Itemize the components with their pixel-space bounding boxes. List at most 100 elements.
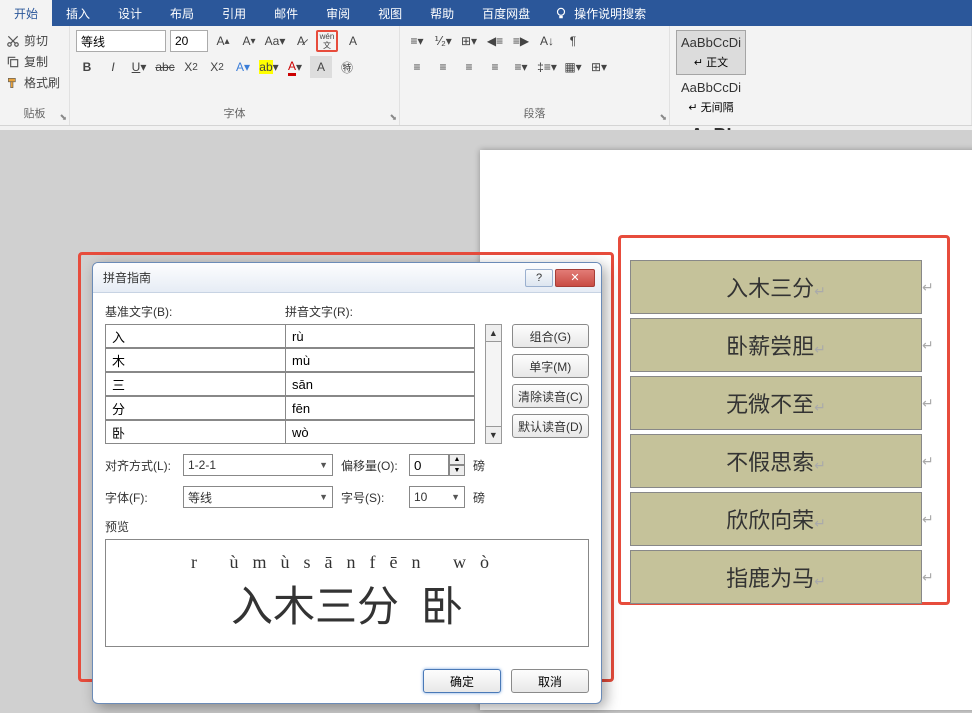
- grow-font-button[interactable]: A▴: [212, 30, 234, 52]
- align-left-button[interactable]: ≡: [406, 56, 428, 78]
- justify-button[interactable]: ≡: [484, 56, 506, 78]
- tell-me-search[interactable]: 操作说明搜索: [544, 5, 656, 22]
- sort-button[interactable]: A↓: [536, 30, 558, 52]
- table-row[interactable]: 欣欣向荣↵: [630, 492, 922, 546]
- tab-review[interactable]: 审阅: [312, 0, 364, 26]
- shading-button[interactable]: ▦▾: [562, 56, 584, 78]
- character-shading-button[interactable]: A: [310, 56, 332, 78]
- superscript-button[interactable]: X2: [206, 56, 228, 78]
- spin-up-icon[interactable]: ▲: [449, 454, 465, 465]
- format-painter-button[interactable]: 格式刷: [6, 72, 63, 93]
- base-field[interactable]: [105, 348, 285, 372]
- show-marks-button[interactable]: ¶: [562, 30, 584, 52]
- paragraph-group: ≡▾ ⅟₂▾ ⊞▾ ◀≡ ≡▶ A↓ ¶ ≡ ≡ ≡ ≡ ≡▾ ‡≡▾ ▦▾ ⊞…: [400, 26, 670, 125]
- borders-button[interactable]: ⊞▾: [588, 56, 610, 78]
- cut-button[interactable]: 剪切: [6, 30, 63, 51]
- table-row[interactable]: 入木三分↵: [630, 260, 922, 314]
- size-unit: 磅: [473, 489, 485, 506]
- base-text-label: 基准文字(B):: [105, 303, 285, 320]
- ruby-field[interactable]: [285, 420, 475, 444]
- tab-home[interactable]: 开始: [0, 0, 52, 26]
- dialog-titlebar[interactable]: 拼音指南 ? ✕: [93, 263, 601, 293]
- bullets-button[interactable]: ≡▾: [406, 30, 428, 52]
- tab-design[interactable]: 设计: [104, 0, 156, 26]
- font-color-button[interactable]: A▾: [284, 56, 306, 78]
- paragraph-launcher-icon[interactable]: ⬊: [659, 112, 667, 123]
- change-case-button[interactable]: Aa▾: [264, 30, 286, 52]
- combine-button[interactable]: 组合(G): [512, 324, 589, 348]
- default-reading-button[interactable]: 默认读音(D): [512, 414, 589, 438]
- base-field[interactable]: [105, 396, 285, 420]
- tab-layout[interactable]: 布局: [156, 0, 208, 26]
- ribbon-tab-bar: 开始 插入 设计 布局 引用 邮件 审阅 视图 帮助 百度网盘 操作说明搜索: [0, 0, 972, 26]
- table-row[interactable]: 无微不至↵: [630, 376, 922, 430]
- tab-view[interactable]: 视图: [364, 0, 416, 26]
- enclose-character-button[interactable]: ㊕: [336, 56, 358, 78]
- table-row[interactable]: 不假思索↵: [630, 434, 922, 488]
- alignment-combo[interactable]: 1-2-1▼: [183, 454, 333, 476]
- style-normal[interactable]: AaBbCcDi ↵ 正文: [676, 30, 746, 75]
- phonetic-guide-button[interactable]: wén文: [316, 30, 338, 52]
- increase-indent-button[interactable]: ≡▶: [510, 30, 532, 52]
- tab-references[interactable]: 引用: [208, 0, 260, 26]
- clipboard-label: 贴板: [6, 103, 63, 123]
- underline-button[interactable]: U▾: [128, 56, 150, 78]
- decrease-indent-button[interactable]: ◀≡: [484, 30, 506, 52]
- spin-down-icon[interactable]: ▼: [449, 465, 465, 476]
- close-button[interactable]: ✕: [555, 269, 595, 287]
- clear-format-button[interactable]: A̷: [290, 30, 312, 52]
- font-launcher-icon[interactable]: ⬊: [389, 112, 397, 123]
- size-combo[interactable]: 10▼: [409, 486, 465, 508]
- align-right-button[interactable]: ≡: [458, 56, 480, 78]
- tab-help[interactable]: 帮助: [416, 0, 468, 26]
- clipboard-launcher-icon[interactable]: ⬊: [59, 112, 67, 123]
- offset-stepper[interactable]: ▲▼: [409, 454, 465, 476]
- multilevel-button[interactable]: ⊞▾: [458, 30, 480, 52]
- style-nospacing[interactable]: AaBbCcDi ↵ 无间隔: [676, 75, 746, 120]
- scroll-up-icon[interactable]: ▲: [485, 324, 502, 342]
- grid-scrollbar[interactable]: ▲ ▼: [485, 324, 502, 444]
- subscript-button[interactable]: X2: [180, 56, 202, 78]
- table-row[interactable]: 指鹿为马↵: [630, 550, 922, 604]
- offset-input[interactable]: [409, 454, 449, 476]
- preview-ruby-text: r ùmùsānfēn wò: [118, 552, 576, 573]
- ruby-field[interactable]: [285, 324, 475, 348]
- help-button[interactable]: ?: [525, 269, 553, 287]
- paragraph-group-label: 段落: [406, 103, 663, 123]
- shrink-font-button[interactable]: A▾: [238, 30, 260, 52]
- tab-insert[interactable]: 插入: [52, 0, 104, 26]
- ruby-field[interactable]: [285, 348, 475, 372]
- strikethrough-button[interactable]: abc: [154, 56, 176, 78]
- ruby-field[interactable]: [285, 396, 475, 420]
- text-effects-button[interactable]: A▾: [232, 56, 254, 78]
- clear-reading-button[interactable]: 清除读音(C): [512, 384, 589, 408]
- tab-mailings[interactable]: 邮件: [260, 0, 312, 26]
- brush-icon: [6, 76, 20, 90]
- distribute-button[interactable]: ≡▾: [510, 56, 532, 78]
- ruby-field[interactable]: [285, 372, 475, 396]
- ruby-grid: [105, 324, 475, 444]
- align-center-button[interactable]: ≡: [432, 56, 454, 78]
- font-size-combo[interactable]: [170, 30, 208, 52]
- font-name-combo[interactable]: [76, 30, 166, 52]
- table-row[interactable]: 卧薪尝胆↵: [630, 318, 922, 372]
- highlight-color-button[interactable]: ab▾: [258, 56, 280, 78]
- copy-button[interactable]: 复制: [6, 51, 63, 72]
- character-border-button[interactable]: A: [342, 30, 364, 52]
- base-field[interactable]: [105, 324, 285, 348]
- single-button[interactable]: 单字(M): [512, 354, 589, 378]
- base-field[interactable]: [105, 420, 285, 444]
- italic-button[interactable]: I: [102, 56, 124, 78]
- base-field[interactable]: [105, 372, 285, 396]
- tab-baidu[interactable]: 百度网盘: [468, 0, 544, 26]
- dialog-title: 拼音指南: [103, 269, 151, 286]
- line-spacing-button[interactable]: ‡≡▾: [536, 56, 558, 78]
- document-table: 入木三分↵↵ 卧薪尝胆↵↵ 无微不至↵↵ 不假思索↵↵ 欣欣向荣↵↵ 指鹿为马↵…: [630, 260, 936, 608]
- scroll-down-icon[interactable]: ▼: [485, 426, 502, 444]
- bold-button[interactable]: B: [76, 56, 98, 78]
- numbering-button[interactable]: ⅟₂▾: [432, 30, 454, 52]
- ok-button[interactable]: 确定: [423, 669, 501, 693]
- cancel-button[interactable]: 取消: [511, 669, 589, 693]
- styles-group: AaBbCcDi ↵ 正文 AaBbCcDi ↵ 无间隔 AaBI 标题 1 A…: [670, 26, 972, 125]
- font-combo[interactable]: 等线▼: [183, 486, 333, 508]
